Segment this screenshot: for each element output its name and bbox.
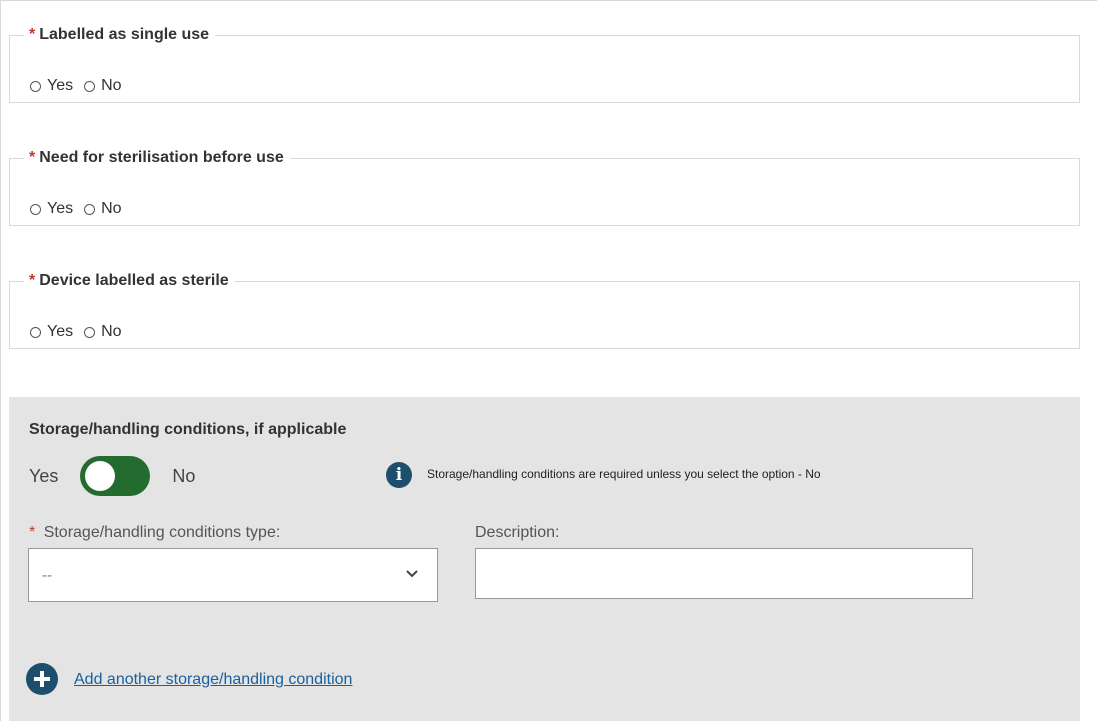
question-legend: * Need for sterilisation before use xyxy=(24,148,290,168)
radio-circle-icon[interactable] xyxy=(84,203,96,215)
chevron-down-icon xyxy=(406,570,418,578)
radio-circle-icon[interactable] xyxy=(84,80,96,92)
radio-circle-icon[interactable] xyxy=(30,326,41,338)
radio-label: No xyxy=(101,77,122,94)
question-sterilisation-before-use: * Need for sterilisation before use Yes N… xyxy=(9,148,1080,226)
required-marker: * xyxy=(29,524,36,541)
required-marker: * xyxy=(29,272,36,289)
radio-group: Yes No xyxy=(30,200,133,218)
question-label: Device labelled as sterile xyxy=(39,272,229,289)
radio-circle-icon[interactable] xyxy=(30,80,41,92)
radio-yes[interactable]: Yes xyxy=(30,323,73,341)
radio-circle-icon[interactable] xyxy=(30,203,41,215)
type-label: Storage/handling conditions type: xyxy=(43,524,281,541)
radio-label: Yes xyxy=(47,323,74,340)
required-marker: * xyxy=(29,149,36,166)
type-label-row: * Storage/handling conditions type: xyxy=(29,524,280,542)
info-icon: i xyxy=(386,462,412,488)
radio-yes[interactable]: Yes xyxy=(30,200,73,218)
question-label: Labelled as single use xyxy=(39,26,210,43)
radio-group: Yes No xyxy=(30,77,133,95)
question-label: Need for sterilisation before use xyxy=(39,149,284,166)
question-legend: * Labelled as single use xyxy=(24,25,215,45)
radio-label: Yes xyxy=(47,77,74,94)
description-input[interactable] xyxy=(475,548,973,599)
description-label: Description: xyxy=(475,524,560,541)
add-storage-condition-link[interactable]: Add another storage/handling condition xyxy=(74,671,352,689)
question-labelled-sterile: * Device labelled as sterile Yes No xyxy=(9,271,1080,349)
plus-circle-icon[interactable] xyxy=(26,663,58,695)
radio-circle-icon[interactable] xyxy=(84,326,96,338)
info-text: Storage/handling conditions are required… xyxy=(427,467,821,481)
radio-no[interactable]: No xyxy=(84,323,122,341)
toggle-knob xyxy=(85,461,116,491)
storage-handling-panel: Storage/handling conditions, if applicab… xyxy=(9,397,1080,721)
radio-no[interactable]: No xyxy=(84,77,122,95)
storage-toggle-row: Yes No xyxy=(29,456,195,496)
plus-icon xyxy=(34,671,50,687)
toggle-no-label: No xyxy=(172,465,196,486)
select-value: -- xyxy=(42,567,52,584)
radio-yes[interactable]: Yes xyxy=(30,77,73,95)
storage-type-select[interactable]: -- xyxy=(28,548,438,602)
required-marker: * xyxy=(29,26,36,43)
question-legend: * Device labelled as sterile xyxy=(24,271,235,291)
radio-no[interactable]: No xyxy=(84,200,122,218)
radio-label: No xyxy=(101,323,122,340)
radio-label: No xyxy=(101,200,122,217)
question-labelled-single-use: * Labelled as single use Yes No xyxy=(9,25,1080,103)
section-title: Storage/handling conditions, if applicab… xyxy=(29,421,347,438)
radio-group: Yes No xyxy=(30,323,133,341)
storage-toggle-switch[interactable] xyxy=(80,456,151,496)
toggle-yes-label: Yes xyxy=(29,465,59,486)
radio-label: Yes xyxy=(47,200,74,217)
